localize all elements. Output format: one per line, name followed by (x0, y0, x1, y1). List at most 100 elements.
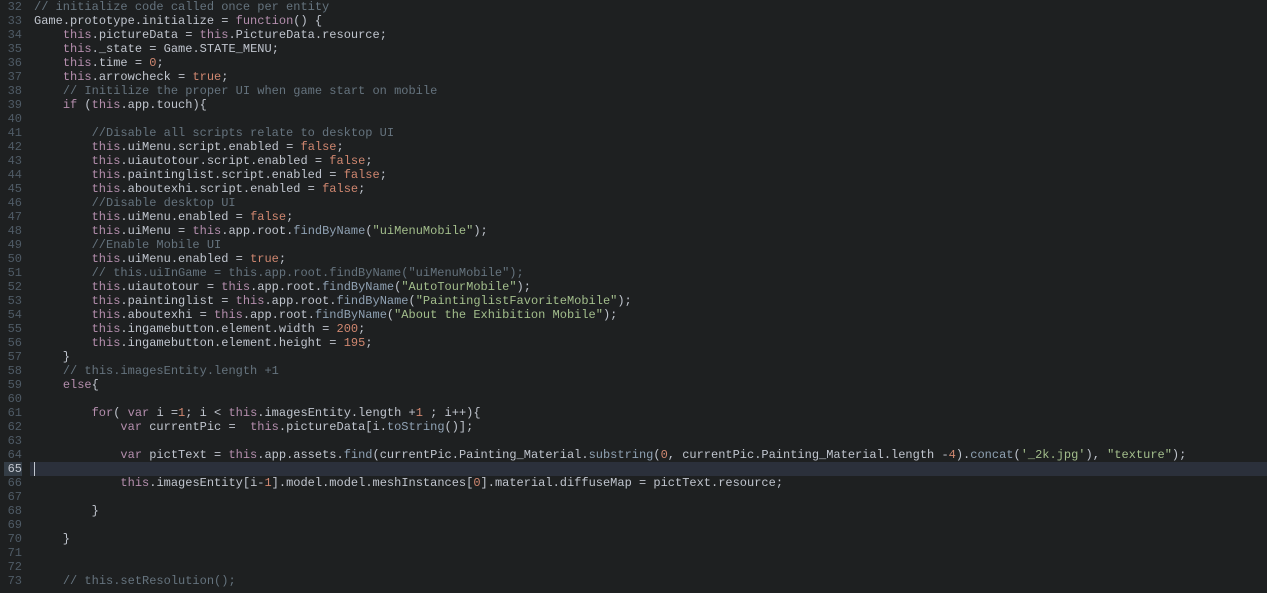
line-number[interactable]: 36 (4, 56, 22, 70)
code-line[interactable]: this.aboutexhi.script.enabled = false; (30, 182, 1267, 196)
code-line[interactable]: // this.imagesEntity.length +1 (30, 364, 1267, 378)
code-line[interactable] (30, 392, 1267, 406)
line-number[interactable]: 34 (4, 28, 22, 42)
code-line[interactable]: this._state = Game.STATE_MENU; (30, 42, 1267, 56)
code-line[interactable] (30, 434, 1267, 448)
token-prop: Painting_Material (761, 448, 883, 462)
line-number[interactable]: 38 (4, 84, 22, 98)
token-cm: // this.setResolution(); (63, 574, 236, 588)
line-number[interactable]: 62 (4, 420, 22, 434)
line-number[interactable]: 48 (4, 224, 22, 238)
code-line[interactable]: //Disable all scripts relate to desktop … (30, 126, 1267, 140)
line-number[interactable]: 46 (4, 196, 22, 210)
code-area[interactable]: // initialize code called once per entit… (30, 0, 1267, 593)
token-prop: app (228, 224, 250, 238)
token-op (34, 476, 120, 490)
token-op: } (34, 350, 70, 364)
code-line[interactable]: var currentPic = this.pictureData[i.toSt… (30, 420, 1267, 434)
code-line[interactable]: // this.uiInGame = this.app.root.findByN… (30, 266, 1267, 280)
line-number[interactable]: 45 (4, 182, 22, 196)
token-self: this (228, 448, 257, 462)
code-line[interactable]: this.aboutexhi = this.app.root.findByNam… (30, 308, 1267, 322)
line-number[interactable]: 59 (4, 378, 22, 392)
line-number[interactable]: 47 (4, 210, 22, 224)
line-number[interactable]: 68 (4, 504, 22, 518)
code-line[interactable]: // this.setResolution(); (30, 574, 1267, 588)
code-line[interactable]: this.pictureData = this.PictureData.reso… (30, 28, 1267, 42)
code-line[interactable]: this.uiMenu.enabled = true; (30, 252, 1267, 266)
line-number[interactable]: 33 (4, 14, 22, 28)
code-line[interactable] (30, 112, 1267, 126)
line-number[interactable]: 51 (4, 266, 22, 280)
code-line[interactable]: //Enable Mobile UI (30, 238, 1267, 252)
line-number[interactable]: 49 (4, 238, 22, 252)
line-number[interactable]: 55 (4, 322, 22, 336)
code-line[interactable] (30, 462, 1267, 476)
line-number[interactable]: 35 (4, 42, 22, 56)
token-cm: // Initilize the proper UI when game sta… (63, 84, 437, 98)
code-line[interactable] (30, 546, 1267, 560)
line-number[interactable]: 66 (4, 476, 22, 490)
code-line[interactable]: this.uiMenu.script.enabled = false; (30, 140, 1267, 154)
code-line[interactable]: } (30, 504, 1267, 518)
line-number[interactable]: 65 (4, 462, 22, 476)
code-line[interactable]: var pictText = this.app.assets.find(curr… (30, 448, 1267, 462)
code-line[interactable] (30, 490, 1267, 504)
line-number[interactable]: 40 (4, 112, 22, 126)
line-number[interactable]: 60 (4, 392, 22, 406)
line-number[interactable]: 69 (4, 518, 22, 532)
line-number[interactable]: 61 (4, 406, 22, 420)
line-number[interactable]: 57 (4, 350, 22, 364)
token-op: . (120, 294, 127, 308)
line-number[interactable]: 52 (4, 280, 22, 294)
code-line[interactable]: // initialize code called once per entit… (30, 0, 1267, 14)
line-number[interactable]: 72 (4, 560, 22, 574)
code-line[interactable]: for( var i =1; i < this.imagesEntity.len… (30, 406, 1267, 420)
line-number[interactable]: 43 (4, 154, 22, 168)
line-number[interactable]: 42 (4, 140, 22, 154)
code-line[interactable]: this.uiautotour = this.app.root.findByNa… (30, 280, 1267, 294)
line-number[interactable]: 56 (4, 336, 22, 350)
code-editor[interactable]: 3233343536373839404142434445464748495051… (0, 0, 1267, 593)
code-line[interactable] (30, 518, 1267, 532)
line-number[interactable]: 39 (4, 98, 22, 112)
line-number[interactable]: 64 (4, 448, 22, 462)
line-number-gutter[interactable]: 3233343536373839404142434445464748495051… (0, 0, 30, 593)
line-number[interactable]: 73 (4, 574, 22, 588)
token-self: this (120, 476, 149, 490)
code-line[interactable]: this.time = 0; (30, 56, 1267, 70)
code-line[interactable]: this.uiautotour.script.enabled = false; (30, 154, 1267, 168)
line-number[interactable]: 44 (4, 168, 22, 182)
line-number[interactable]: 41 (4, 126, 22, 140)
line-number[interactable]: 37 (4, 70, 22, 84)
code-line[interactable] (30, 560, 1267, 574)
code-line[interactable]: else{ (30, 378, 1267, 392)
code-line[interactable]: this.paintinglist = this.app.root.findBy… (30, 294, 1267, 308)
token-self: this (236, 294, 265, 308)
code-line[interactable]: } (30, 532, 1267, 546)
line-number[interactable]: 58 (4, 364, 22, 378)
line-number[interactable]: 71 (4, 546, 22, 560)
code-line[interactable]: this.ingamebutton.element.height = 195; (30, 336, 1267, 350)
line-number[interactable]: 63 (4, 434, 22, 448)
code-line[interactable]: } (30, 350, 1267, 364)
token-self: this (92, 168, 121, 182)
code-line[interactable]: if (this.app.touch){ (30, 98, 1267, 112)
line-number[interactable]: 50 (4, 252, 22, 266)
code-line[interactable]: this.paintinglist.script.enabled = false… (30, 168, 1267, 182)
token-op: ); (1172, 448, 1186, 462)
line-number[interactable]: 53 (4, 294, 22, 308)
code-line[interactable]: // Initilize the proper UI when game sta… (30, 84, 1267, 98)
code-line[interactable]: this.uiMenu.enabled = false; (30, 210, 1267, 224)
line-number[interactable]: 32 (4, 0, 22, 14)
token-op: . (329, 294, 336, 308)
code-line[interactable]: this.arrowcheck = true; (30, 70, 1267, 84)
code-line[interactable]: this.imagesEntity[i-1].model.model.meshI… (30, 476, 1267, 490)
code-line[interactable]: //Disable desktop UI (30, 196, 1267, 210)
line-number[interactable]: 54 (4, 308, 22, 322)
code-line[interactable]: Game.prototype.initialize = function() { (30, 14, 1267, 28)
line-number[interactable]: 70 (4, 532, 22, 546)
code-line[interactable]: this.ingamebutton.element.width = 200; (30, 322, 1267, 336)
code-line[interactable]: this.uiMenu = this.app.root.findByName("… (30, 224, 1267, 238)
line-number[interactable]: 67 (4, 490, 22, 504)
